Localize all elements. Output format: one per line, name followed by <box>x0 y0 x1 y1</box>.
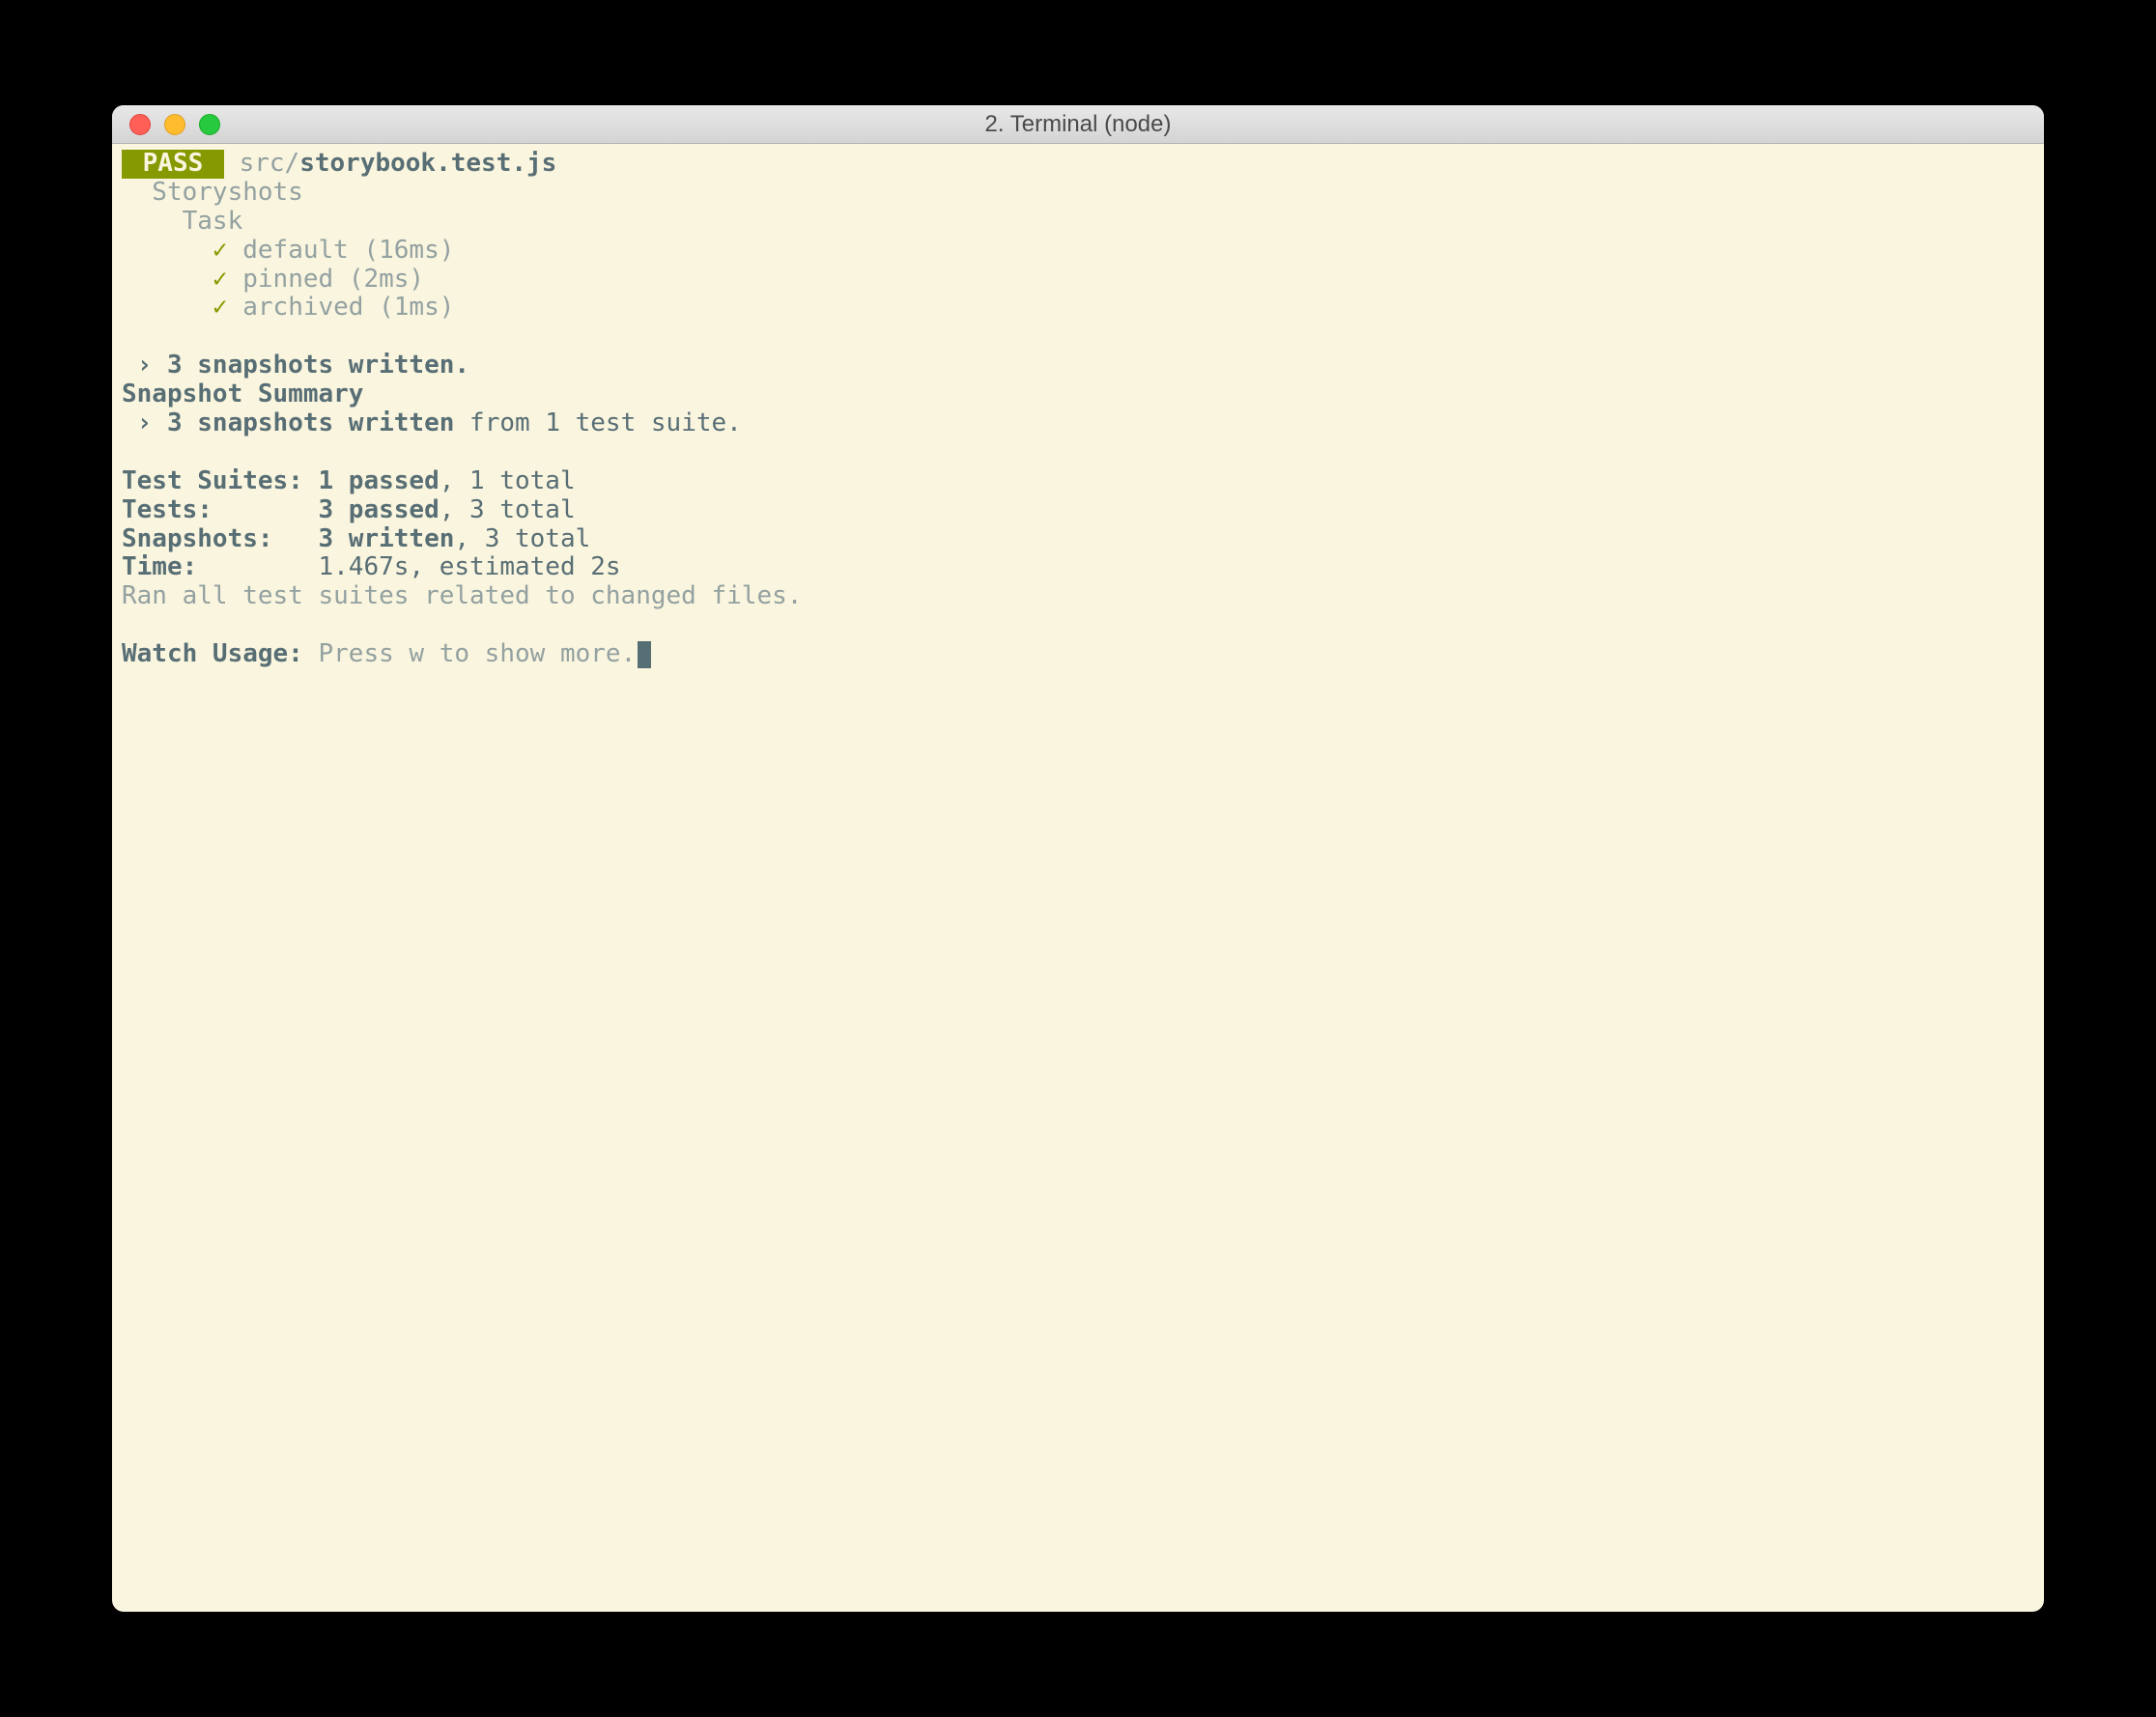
test-line: ✓ archived (1ms) <box>122 294 2034 323</box>
terminal-output[interactable]: PASS src/storybook.test.js Storyshots Ta… <box>112 144 2044 1612</box>
traffic-lights <box>112 114 220 135</box>
check-icon: ✓ <box>213 293 228 322</box>
pass-badge: PASS <box>122 150 224 179</box>
check-icon: ✓ <box>213 265 228 294</box>
window-titlebar: 2. Terminal (node) <box>112 105 2044 144</box>
watch-usage: Watch Usage: Press w to show more. <box>122 640 2034 669</box>
cursor-icon <box>638 641 651 668</box>
snapshot-summary-label: Snapshot Summary <box>122 380 2034 409</box>
ran-line: Ran all test suites related to changed f… <box>122 582 2034 611</box>
result-time: Time: 1.467s, estimated 2s <box>122 553 2034 582</box>
suite-root: Storyshots <box>122 179 2034 208</box>
result-test-suites: Test Suites: 1 passed, 1 total <box>122 467 2034 496</box>
minimize-button[interactable] <box>164 114 185 135</box>
test-line: ✓ pinned (2ms) <box>122 266 2034 295</box>
file-dir: src/ <box>224 149 299 178</box>
suite-group: Task <box>122 208 2034 237</box>
snapshots-written: › 3 snapshots written. <box>122 352 2034 380</box>
snapshot-summary: › 3 snapshots written from 1 test suite. <box>122 409 2034 438</box>
result-tests: Tests: 3 passed, 3 total <box>122 496 2034 525</box>
window-title: 2. Terminal (node) <box>112 111 2044 138</box>
check-icon: ✓ <box>213 236 228 265</box>
test-line: ✓ default (16ms) <box>122 237 2034 266</box>
maximize-button[interactable] <box>199 114 220 135</box>
terminal-window: 2. Terminal (node) PASS src/storybook.te… <box>112 105 2044 1612</box>
result-snapshots: Snapshots: 3 written, 3 total <box>122 525 2034 554</box>
close-button[interactable] <box>129 114 151 135</box>
file-name: storybook.test.js <box>299 149 556 178</box>
